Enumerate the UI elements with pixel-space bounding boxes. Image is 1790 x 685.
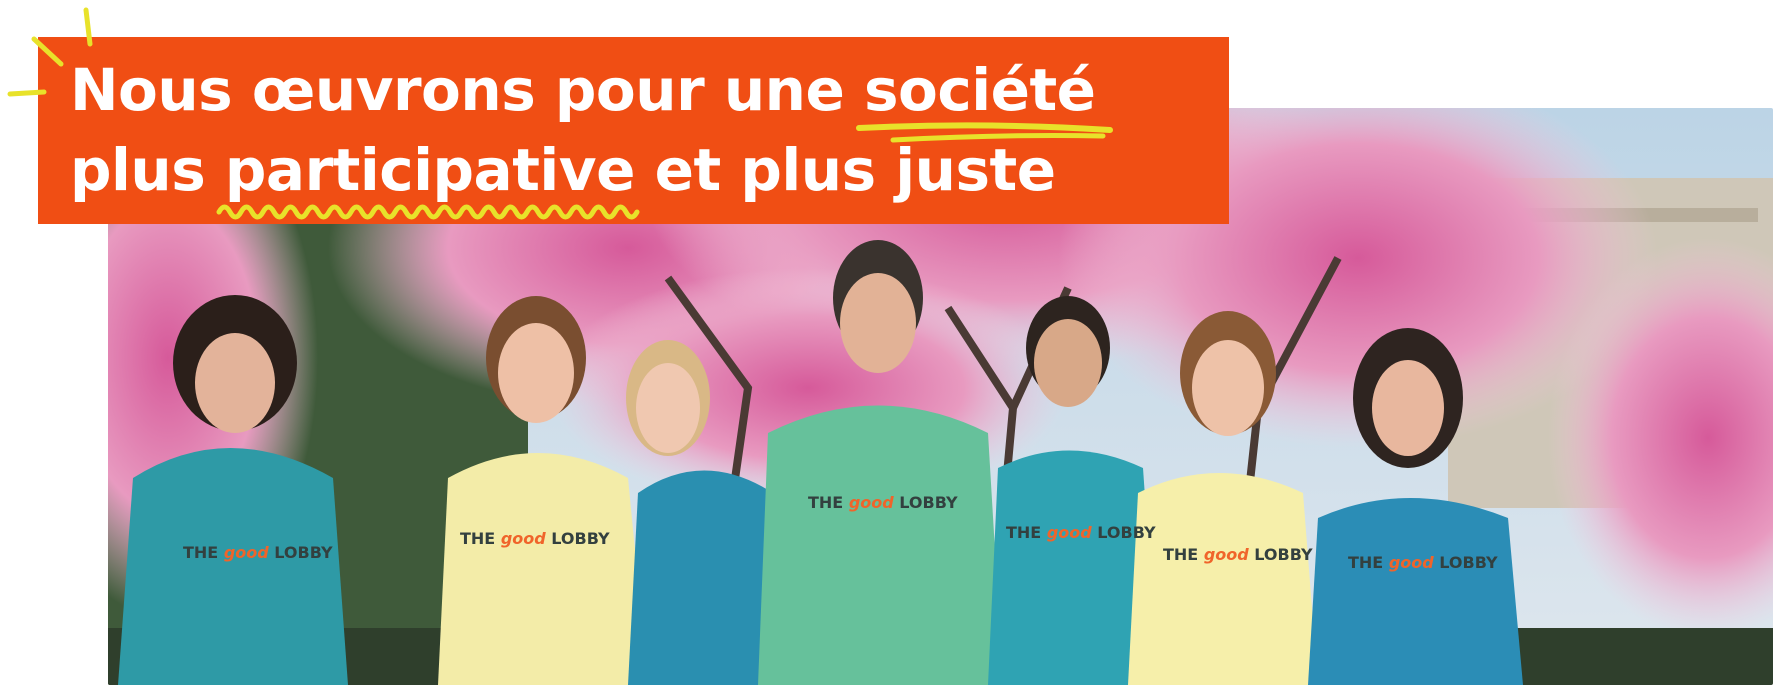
hoodie-print-1: THE good LOBBY: [183, 543, 333, 562]
hero-headline: Nous œuvrons pour une société plus parti…: [70, 50, 1096, 210]
headline-line-2: plus participative et plus juste: [70, 130, 1096, 210]
headline-line-2-post: et plus juste: [634, 136, 1056, 204]
headline-line-1: Nous œuvrons pour une société: [70, 50, 1096, 130]
highlight-word-societe: société: [863, 56, 1096, 124]
hoodie-print-4: THE good LOBBY: [1006, 523, 1156, 542]
hoodie-print-3: THE good LOBBY: [808, 493, 958, 512]
hoodie-print-2: THE good LOBBY: [460, 529, 610, 548]
hoodie-print-6: THE good LOBBY: [1348, 553, 1498, 572]
headline-line-2-pre: plus: [70, 136, 225, 204]
hoodie-print-5: THE good LOBBY: [1163, 545, 1313, 564]
highlight-word-participative: participative: [224, 136, 636, 204]
headline-line-1-text: Nous œuvrons pour une: [70, 56, 864, 124]
